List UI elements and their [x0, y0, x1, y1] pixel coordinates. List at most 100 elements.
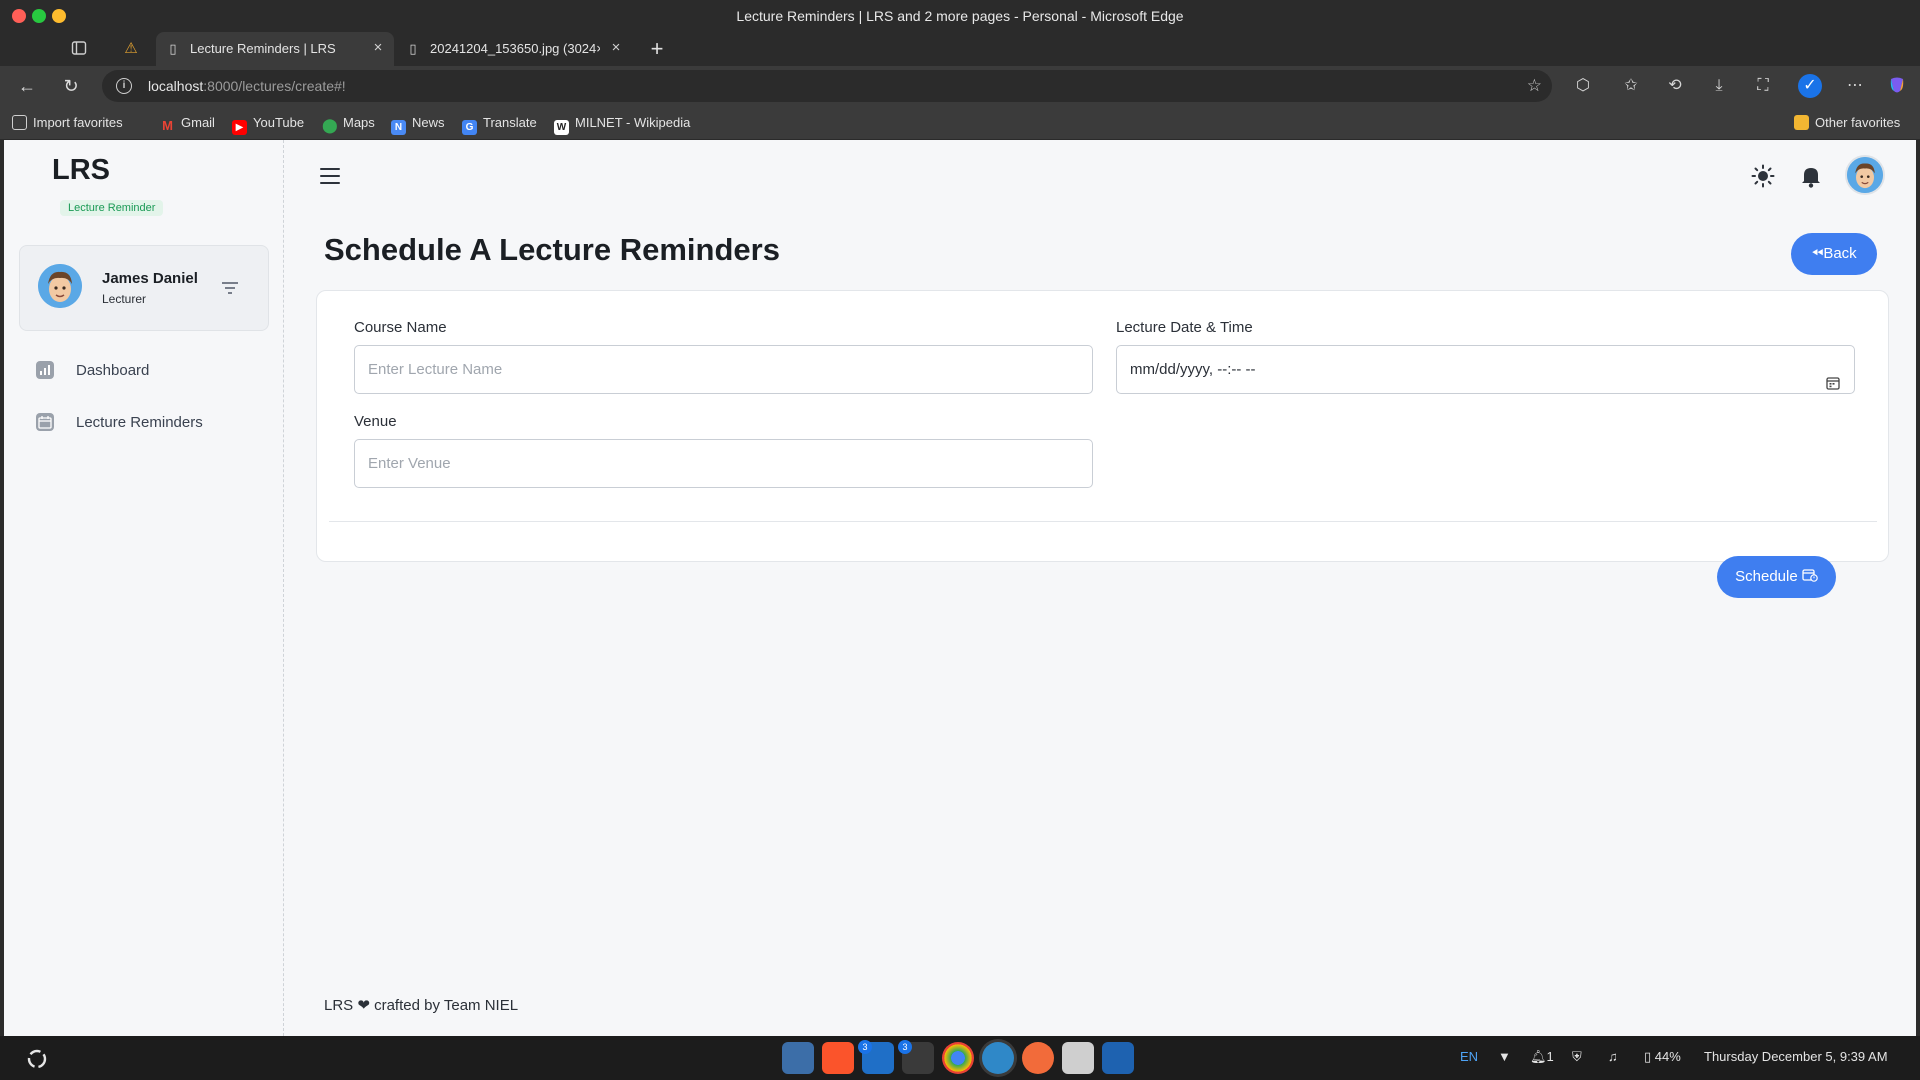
fav-import[interactable]: Import favorites: [12, 115, 123, 130]
close-tab-icon[interactable]: ×: [370, 40, 386, 56]
translate-icon: G: [462, 120, 477, 135]
sidebar-item-label: Dashboard: [76, 362, 150, 379]
footer: LRS ❤ crafted by Team NIEL: [324, 997, 519, 1014]
app-window: LRS Lecture Reminder James Daniel Lectur…: [4, 140, 1916, 1036]
fav-translate[interactable]: G Translate: [462, 115, 537, 135]
copilot-icon[interactable]: [1886, 75, 1908, 97]
battery-icon: ▯: [1644, 1049, 1652, 1064]
bell-icon[interactable]: [1800, 164, 1822, 193]
tab-strip: ⚠ ▯ Lecture Reminders | LRS × ▯ 20241204…: [0, 32, 1920, 66]
account-check-icon[interactable]: ✓: [1798, 74, 1822, 98]
venue-input[interactable]: Enter Venue: [354, 439, 1093, 488]
wikipedia-icon: W: [554, 120, 569, 135]
fav-maps[interactable]: ⬤ Maps: [322, 115, 375, 133]
badge-count: 3: [898, 1040, 912, 1054]
avatar: [38, 264, 82, 308]
window-title: Lecture Reminders | LRS and 2 more pages…: [736, 8, 1184, 24]
news-app-icon[interactable]: [1102, 1042, 1134, 1074]
brand-logo[interactable]: LRS: [52, 154, 110, 187]
maps-icon: ⬤: [322, 117, 338, 133]
calendar-clock-icon: [1802, 568, 1818, 585]
edge-app-icon[interactable]: [982, 1042, 1014, 1074]
lecture-datetime-input[interactable]: mm/dd/yyyy, --:-- --: [1116, 345, 1855, 394]
fav-wikipedia[interactable]: W MILNET - Wikipedia: [554, 115, 690, 135]
profile-avatar[interactable]: [1845, 155, 1885, 195]
calendar-picker-icon[interactable]: [1826, 362, 1840, 390]
badge-count: 3: [858, 1040, 872, 1054]
window-titlebar: Lecture Reminders | LRS and 2 more pages…: [0, 0, 1920, 32]
shield-app-icon[interactable]: [1062, 1042, 1094, 1074]
page-icon: ▯: [409, 41, 417, 56]
tab-image[interactable]: ▯ 20241204_153650.jpg (3024× ×: [396, 32, 632, 66]
wifi-icon[interactable]: ▼: [1498, 1049, 1511, 1064]
new-tab-button[interactable]: +: [646, 38, 668, 60]
course-name-label: Course Name: [354, 319, 447, 336]
music-icon[interactable]: ♫: [1608, 1049, 1618, 1064]
news-icon: N: [391, 120, 406, 135]
dashboard-icon: [36, 361, 54, 379]
page-title: Schedule A Lecture Reminders: [324, 232, 780, 267]
taskbar: 3 3 EN ▼ 🔔︎1 ⛨ ♫ ▯ 44% Thursday December…: [0, 1036, 1920, 1080]
tab-lecture-reminders[interactable]: ▯ Lecture Reminders | LRS ×: [156, 32, 394, 66]
lecture-datetime-label: Lecture Date & Time: [1116, 319, 1253, 336]
notifications-indicator[interactable]: 🔔︎1: [1530, 1049, 1554, 1065]
keyboard-layout[interactable]: EN: [1460, 1049, 1478, 1064]
security-icon[interactable]: ⛨: [1572, 1049, 1582, 1065]
venue-label: Venue: [354, 413, 397, 430]
more-menu-icon[interactable]: ⋯: [1844, 75, 1866, 97]
fav-gmail[interactable]: M Gmail: [160, 115, 215, 133]
history-icon[interactable]: ⟲: [1664, 75, 1686, 97]
brave-app-icon[interactable]: [822, 1042, 854, 1074]
terminal-app-icon[interactable]: 3: [898, 1040, 934, 1074]
chrome-app-icon[interactable]: [942, 1042, 974, 1074]
url-text: localhost:8000/lectures/create#!: [148, 78, 346, 94]
battery-indicator[interactable]: ▯ 44%: [1644, 1049, 1681, 1065]
theme-toggle-icon[interactable]: [1751, 164, 1775, 193]
datetime-value: mm/dd/yyyy, --:-- --: [1130, 361, 1256, 378]
user-card[interactable]: James Daniel Lecturer: [19, 245, 269, 331]
vscode-app-icon[interactable]: 3: [858, 1040, 894, 1074]
navigation-bar: ← ↻ i localhost:8000/lectures/create#! ☆…: [0, 66, 1920, 106]
back-arrow-icon[interactable]: ←: [16, 75, 38, 97]
refresh-icon[interactable]: ↻: [60, 75, 82, 97]
folder-icon: [1794, 115, 1809, 130]
other-favorites[interactable]: Other favorites: [1794, 115, 1900, 130]
sidebar: LRS Lecture Reminder James Daniel Lectur…: [4, 140, 284, 1036]
fav-news[interactable]: N News: [391, 115, 445, 135]
tab-label: Lecture Reminders | LRS: [190, 41, 336, 56]
schedule-button[interactable]: Schedule: [1717, 556, 1836, 598]
favorites-bar: Import favorites M Gmail ▶ YouTube ⬤ Maps N…: [0, 106, 1920, 140]
close-tab-icon[interactable]: ×: [608, 40, 624, 56]
gmail-icon: M: [162, 118, 173, 133]
launcher-icon[interactable]: [26, 1048, 48, 1070]
course-name-input[interactable]: Enter Lecture Name: [354, 345, 1093, 394]
sidebar-toggle-icon[interactable]: [70, 40, 88, 58]
back-button[interactable]: ⏪︎Back: [1791, 233, 1877, 275]
address-bar[interactable]: i localhost:8000/lectures/create#! ☆: [102, 70, 1552, 102]
screenshot-icon[interactable]: ⛶: [1752, 75, 1774, 97]
import-icon: [12, 115, 27, 130]
postman-app-icon[interactable]: [1022, 1042, 1054, 1074]
downloads-icon[interactable]: ⤓: [1708, 75, 1730, 97]
sidebar-item-label: Lecture Reminders: [76, 414, 203, 431]
user-role: Lecturer: [102, 292, 147, 306]
favorite-star-icon[interactable]: ☆: [1527, 76, 1542, 96]
user-name: James Daniel: [102, 270, 198, 287]
tab-label: 20241204_153650.jpg (3024×: [430, 41, 600, 56]
page-icon: ▯: [169, 41, 177, 56]
form-divider: [329, 521, 1877, 522]
schedule-form-card: Course Name Enter Lecture Name Lecture D…: [316, 290, 1889, 562]
rewind-icon: ⏪︎: [1811, 245, 1824, 262]
extensions-icon[interactable]: ⬡: [1572, 75, 1594, 97]
clock[interactable]: Thursday December 5, 9:39 AM: [1704, 1049, 1888, 1064]
menu-toggle-icon[interactable]: [320, 168, 340, 184]
favorites-icon[interactable]: ✩: [1620, 75, 1642, 97]
brand-badge: Lecture Reminder: [60, 200, 164, 216]
filter-icon[interactable]: [220, 280, 240, 296]
files-app-icon[interactable]: [782, 1042, 814, 1074]
site-info-icon[interactable]: i: [116, 78, 132, 94]
youtube-icon: ▶: [232, 120, 247, 135]
calendar-icon: [36, 413, 54, 431]
fav-youtube[interactable]: ▶ YouTube: [232, 115, 304, 135]
pinned-tab-icon[interactable]: ⚠: [122, 40, 140, 58]
